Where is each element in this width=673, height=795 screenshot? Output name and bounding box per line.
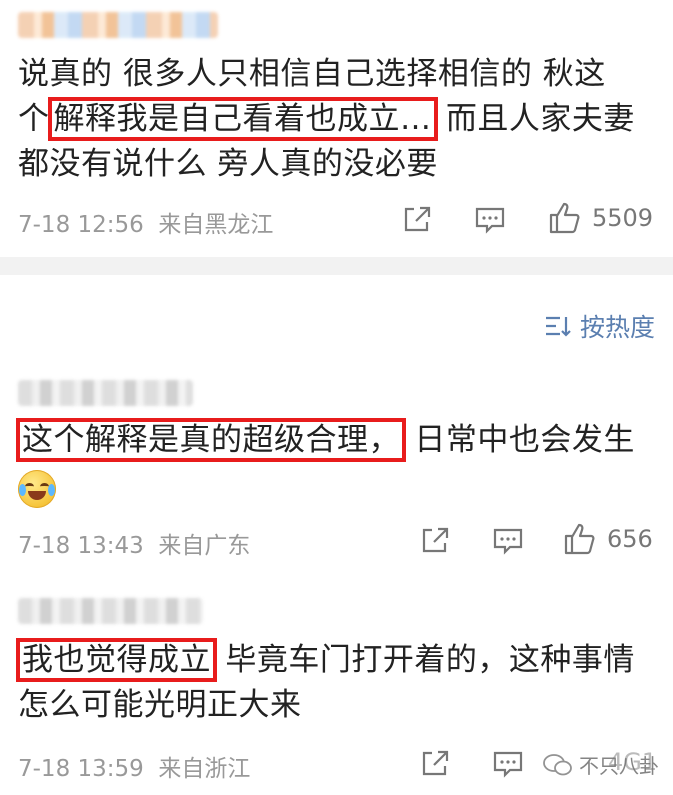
comment-fragment: 个 [18,101,50,137]
like-button[interactable]: 656 [563,522,653,556]
highlighted-text: 这个解释是真的超级合理， [16,418,406,462]
username-blurred[interactable] [18,380,193,406]
sort-icon [545,316,571,337]
comment-icon [493,528,523,555]
share-icon [422,750,449,776]
share-icon [422,527,449,553]
reply-button[interactable] [492,748,524,780]
comment-meta: 7-18 12:56 来自黑龙江 [18,205,273,239]
thumbs-up-icon [549,202,580,234]
share-button[interactable] [420,748,450,778]
sort-label: 按热度 [579,313,655,342]
highlighted-text: 解释我是自己看着也成立… [47,97,438,141]
laugh-cry-emoji-icon [18,470,56,508]
like-count: 656 [607,525,653,553]
username-blurred[interactable] [18,598,203,624]
comment-meta: 7-18 13:59 来自浙江 [18,749,250,783]
comment-line: 个解释我是自己看着也成立… 而且人家夫妻 [18,97,635,142]
comment-fragment: 日常中也会发生 [404,422,635,458]
comment-line: 说真的 很多人只相信自己选择相信的 秋这 [18,52,635,97]
comment-time: 7-18 13:43 [18,533,144,559]
comment-time: 7-18 12:56 [18,212,144,238]
share-button[interactable] [402,204,432,234]
like-button[interactable]: 5509 [548,201,653,235]
comment-fragment: 而且人家夫妻 [435,101,635,137]
reply-button[interactable] [492,525,524,557]
comment-time: 7-18 13:59 [18,756,144,782]
section-divider [0,257,673,275]
comment-fragment: 毕竟车门打开着的，这种事情 [215,642,635,678]
comment-line: 我也觉得成立 毕竟车门打开着的，这种事情 [16,638,635,683]
highlighted-text: 我也觉得成立 [16,638,217,682]
username-blurred[interactable] [18,12,218,38]
comment-icon [493,751,523,778]
comment-line: 怎么可能光明正大来 [18,683,635,728]
watermark: 不只八卦 [543,750,659,779]
comment-source: 来自浙江 [158,756,251,782]
comment-line: 都没有说什么 旁人真的没必要 [18,142,635,187]
watermark-text: 不只八卦 [579,754,659,778]
wechat-icon [543,753,572,775]
reply-button[interactable] [474,204,506,236]
comment-fragment: 都没有说什么 旁人真的没必要 [18,146,438,182]
comment-text: 我也觉得成立 毕竟车门打开着的，这种事情怎么可能光明正大来 [16,638,635,728]
comment-fragment: 怎么可能光明正大来 [18,687,302,723]
sort-toggle[interactable]: 按热度 [544,308,655,344]
share-icon [404,206,431,232]
comment-icon [475,207,505,234]
comment-line: 这个解释是真的超级合理， 日常中也会发生 [16,418,635,463]
comment-source: 来自广东 [158,533,251,559]
comment-source: 来自黑龙江 [158,212,274,238]
comment-text: 说真的 很多人只相信自己选择相信的 秋这个解释我是自己看着也成立… 而且人家夫妻… [18,52,635,187]
comment-meta: 7-18 13:43 来自广东 [18,526,250,560]
thumbs-up-icon [564,523,595,555]
comment-fragment: 说真的 很多人只相信自己选择相信的 秋这 [18,56,606,92]
comment-text: 这个解释是真的超级合理， 日常中也会发生 [16,418,635,463]
share-button[interactable] [420,525,450,555]
like-count: 5509 [592,204,654,232]
